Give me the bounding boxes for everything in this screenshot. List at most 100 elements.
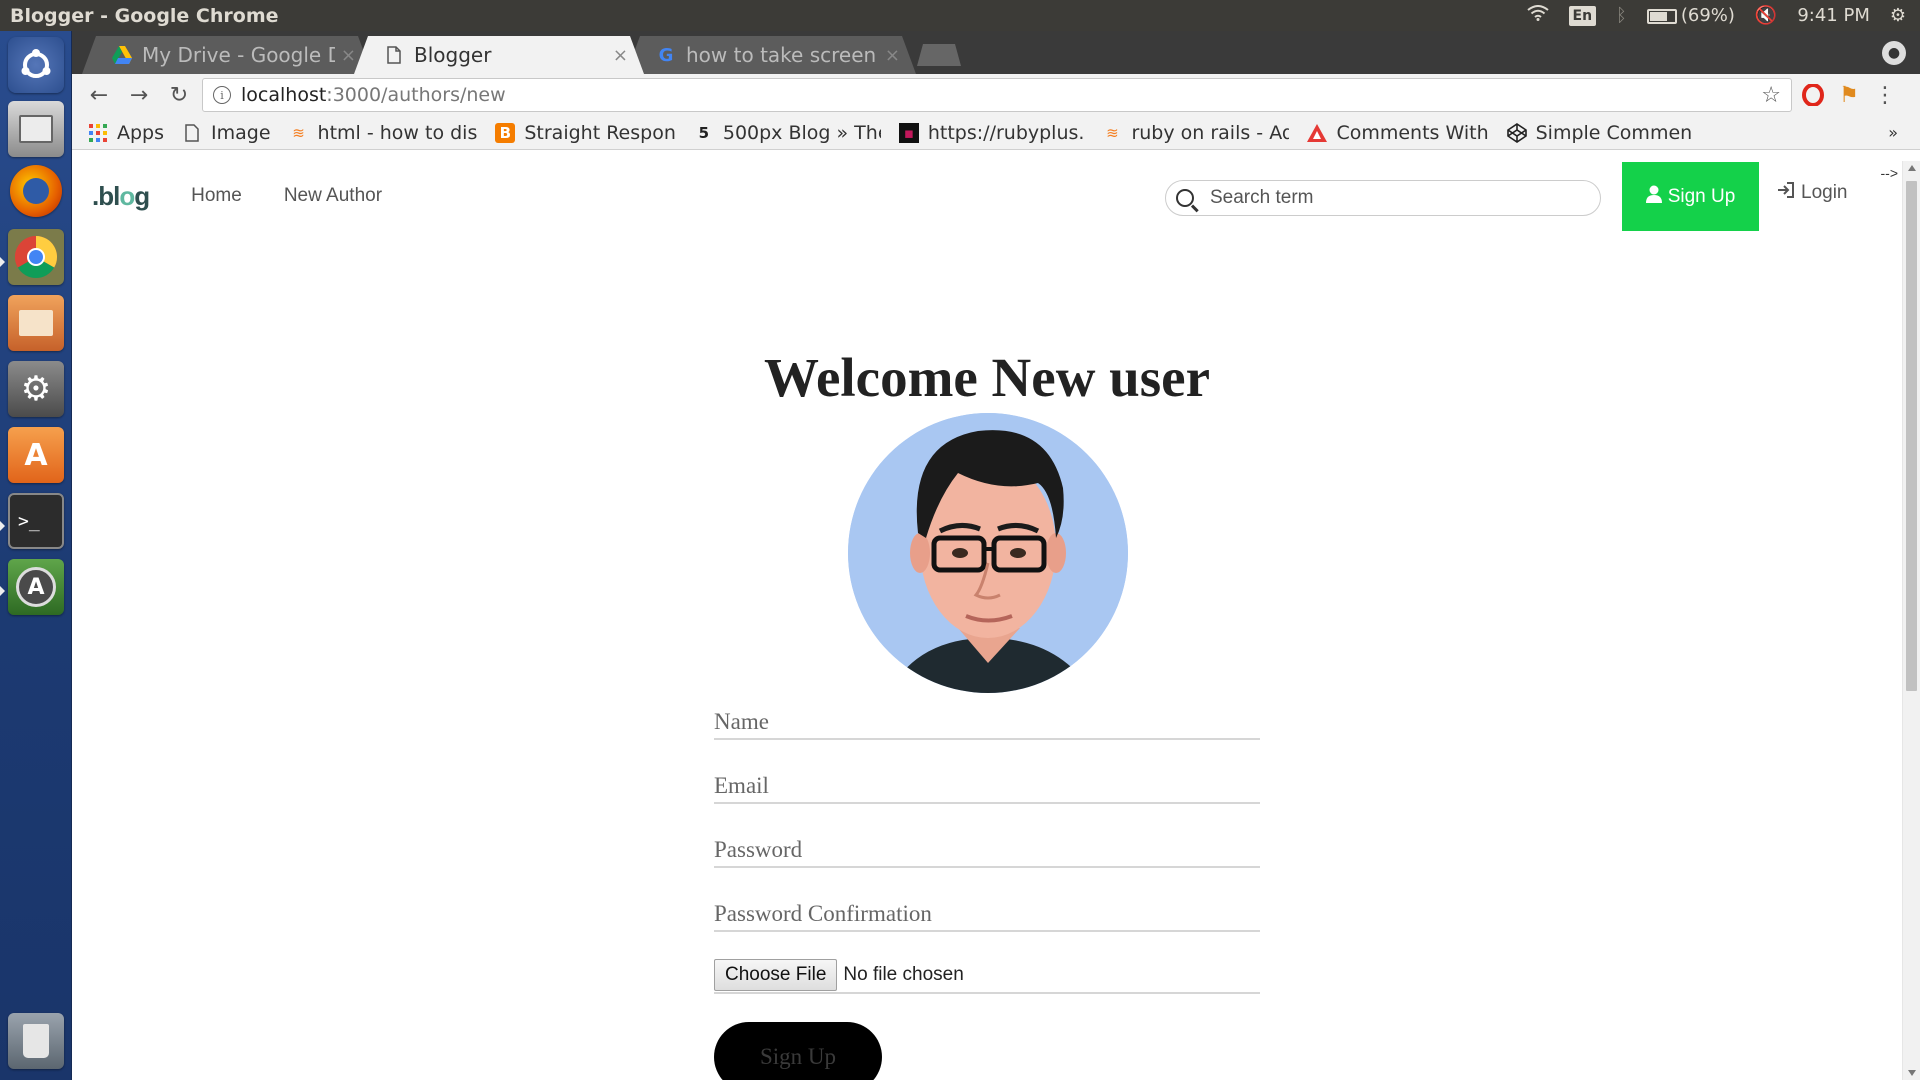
logo-text-o: o — [119, 180, 135, 211]
logo-text-pre: .bl — [92, 180, 120, 211]
address-bar[interactable]: i localhost:3000/authors/new ☆ — [202, 78, 1792, 112]
nav-login-link[interactable]: Login — [1777, 181, 1848, 205]
files-icon[interactable] — [8, 101, 64, 157]
web-page: .blog Home New Author Sign Up Login --> … — [72, 161, 1920, 1080]
tab-title: Blogger — [414, 43, 492, 67]
site-logo[interactable]: .blog — [92, 180, 150, 212]
bookmark-label: Simple Commen — [1535, 121, 1693, 144]
signup-label: Sign Up — [1667, 185, 1736, 207]
scrollbar-thumb[interactable] — [1906, 181, 1917, 691]
bookmark-ruby-on-rails[interactable]: ≋ ruby on rails - Ad — [1098, 122, 1299, 144]
login-label: Login — [1801, 182, 1848, 203]
system-gear-icon[interactable]: ⚙ — [1890, 5, 1906, 26]
login-icon — [1777, 181, 1795, 205]
wifi-icon[interactable] — [1526, 5, 1549, 26]
bookmark-label: Image — [211, 121, 271, 144]
browser-toolbar: ← → ↻ i localhost:3000/authors/new ☆ ⚑ ⋮ — [72, 74, 1920, 116]
tab-strip: My Drive - Google D × Blogger × G how to… — [72, 31, 1920, 74]
window-title: Blogger - Google Chrome — [10, 4, 279, 27]
top-panel: Blogger - Google Chrome En ᛒ (69%) 🔇 9:4… — [0, 0, 1920, 31]
bookmark-straight-response[interactable]: B Straight Respon — [491, 122, 686, 144]
scroll-down-arrow-icon[interactable] — [1908, 1070, 1916, 1076]
tab-blogger[interactable]: Blogger × — [354, 36, 644, 74]
name-field[interactable] — [714, 706, 1260, 740]
ubuntu-dash-icon[interactable] — [8, 37, 64, 93]
stackoverflow-icon: ≋ — [292, 123, 305, 142]
page-icon — [384, 45, 404, 65]
choose-file-button[interactable]: Choose File — [714, 959, 838, 991]
reload-icon[interactable]: ↻ — [162, 78, 196, 112]
panel-indicators: En ᛒ (69%) 🔇 9:41 PM ⚙ — [1526, 5, 1920, 26]
site-info-icon[interactable]: i — [213, 86, 231, 104]
bookmark-comments-with[interactable]: Comments With — [1303, 122, 1498, 144]
bookmark-image[interactable]: Image — [178, 122, 281, 144]
chrome-icon[interactable] — [8, 229, 64, 285]
launcher-running-arrow-2 — [0, 586, 5, 596]
extension-icon[interactable]: ⚑ — [1834, 80, 1864, 110]
bookmark-simple-comment[interactable]: Simple Commen — [1503, 122, 1703, 144]
apps-grid-icon — [88, 123, 108, 143]
bookmark-label: Straight Respon — [524, 121, 676, 144]
rubyplus-icon: ▪ — [898, 122, 919, 143]
new-tab-button[interactable] — [917, 44, 961, 66]
email-field[interactable] — [714, 770, 1260, 804]
bookmarks-overflow-chevron[interactable]: » — [1888, 123, 1908, 142]
keyboard-layout-indicator[interactable]: En — [1568, 5, 1597, 26]
terminal-icon[interactable]: >_ — [8, 493, 64, 549]
opera-extension-icon[interactable] — [1798, 80, 1828, 110]
bookmark-apps[interactable]: Apps — [84, 122, 174, 144]
tab-my-drive[interactable]: My Drive - Google D × — [82, 36, 372, 74]
trash-icon[interactable] — [8, 1013, 64, 1069]
google-drive-icon — [112, 45, 132, 65]
profile-icon[interactable]: ● — [1882, 41, 1906, 65]
forward-icon[interactable]: → — [122, 78, 156, 112]
bookmark-500px-blog[interactable]: 5 500px Blog » The — [690, 122, 891, 144]
scroll-up-arrow-icon[interactable] — [1908, 165, 1916, 171]
software-updater-icon[interactable]: A — [8, 559, 64, 615]
volume-muted-icon[interactable]: 🔇 — [1755, 5, 1777, 26]
battery-indicator[interactable]: (69%) — [1646, 5, 1735, 26]
signup-submit-button[interactable]: Sign Up — [714, 1022, 882, 1080]
page-icon — [182, 123, 202, 143]
file-manager-icon[interactable] — [8, 295, 64, 351]
search-icon — [1176, 189, 1194, 207]
tab-title: how to take screen — [686, 43, 877, 67]
tab-close-icon[interactable]: × — [885, 45, 900, 66]
password-confirmation-field[interactable] — [714, 898, 1260, 932]
page-title: Welcome New user — [764, 347, 1210, 408]
page-scrollbar[interactable] — [1902, 161, 1920, 1080]
back-icon[interactable]: ← — [82, 78, 116, 112]
new-author-form: Choose File No file chosen Sign Up — [714, 706, 1260, 1080]
nav-home-link[interactable]: Home — [191, 185, 242, 207]
search-input[interactable] — [1210, 187, 1570, 209]
bookmark-star-icon[interactable]: ☆ — [1761, 83, 1781, 108]
tab-close-icon[interactable]: × — [613, 45, 628, 66]
bookmark-html-how-to[interactable]: ≋ html - how to dis — [285, 122, 488, 144]
tab-close-icon[interactable]: × — [341, 45, 356, 66]
bookmark-label: Apps — [117, 121, 165, 144]
firefox-icon[interactable] — [10, 165, 62, 217]
500px-icon: 5 — [698, 123, 710, 142]
url-path: :3000/authors/new — [326, 84, 506, 106]
bookmark-label: html - how to dis — [317, 121, 478, 144]
nav-signup-button[interactable]: Sign Up — [1622, 162, 1759, 231]
blogger-icon: B — [495, 122, 516, 143]
launcher-active-arrow — [0, 257, 5, 267]
nav-new-author-link[interactable]: New Author — [284, 185, 382, 207]
password-field[interactable] — [714, 834, 1260, 868]
search-box[interactable] — [1165, 180, 1601, 216]
chrome-menu-icon[interactable]: ⋮ — [1870, 80, 1900, 110]
battery-percent: (69%) — [1680, 5, 1735, 26]
bookmark-rubyplus[interactable]: ▪ https://rubyplus. — [895, 122, 1095, 144]
google-icon: G — [658, 44, 674, 66]
battery-icon — [1646, 8, 1677, 24]
software-center-icon[interactable]: A — [8, 427, 64, 483]
triangle-icon — [1307, 123, 1328, 143]
launcher-running-arrow — [0, 521, 5, 531]
file-status-text: No file chosen — [843, 964, 964, 985]
bluetooth-icon[interactable]: ᛒ — [1616, 5, 1627, 26]
system-settings-icon[interactable]: ⚙ — [8, 361, 64, 417]
tab-google-search[interactable]: G how to take screen × — [626, 36, 916, 74]
bookmarks-bar: Apps Image ≋ html - how to dis B Straigh… — [72, 116, 1920, 150]
clock[interactable]: 9:41 PM — [1797, 5, 1870, 26]
